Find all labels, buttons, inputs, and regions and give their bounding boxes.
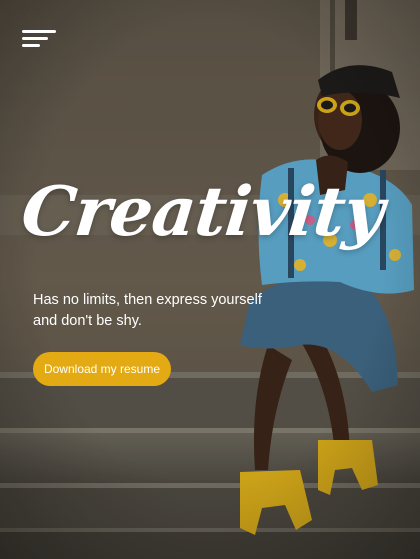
hero-headline: Creativity: [17, 172, 387, 252]
hamburger-menu-icon[interactable]: [22, 30, 58, 50]
hero-tagline-line: and don't be shy.: [33, 313, 142, 329]
hero-section: Creativity Has no limits, then express y…: [0, 0, 420, 559]
hero-tagline: Has no limits, then express yourself and…: [33, 290, 273, 332]
hero-tagline-line: Has no limits, then express yourself: [33, 292, 262, 308]
menu-line: [22, 44, 40, 47]
download-resume-button[interactable]: Download my resume: [33, 352, 171, 386]
menu-line: [22, 37, 48, 40]
menu-line: [22, 30, 56, 33]
hero-background-photo: [0, 0, 420, 559]
